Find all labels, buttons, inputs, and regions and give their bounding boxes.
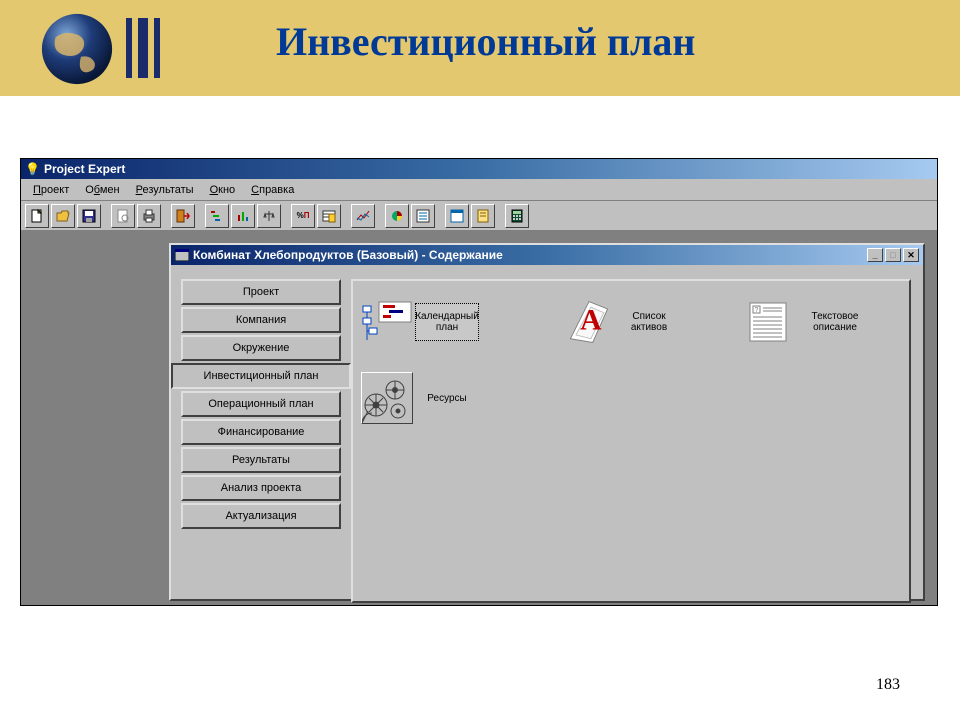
menu-window[interactable]: Окно xyxy=(202,182,244,198)
tab-operational-plan[interactable]: Операционный план xyxy=(181,391,341,417)
tab-financing[interactable]: Финансирование xyxy=(181,419,341,445)
tbtn-scales[interactable] xyxy=(257,204,281,228)
child-body: Проект Компания Окружение Инвестиционный… xyxy=(171,265,923,599)
tab-company[interactable]: Компания xyxy=(181,307,341,333)
calendar-plan-icon xyxy=(361,296,413,348)
tab-environment[interactable]: Окружение xyxy=(181,335,341,361)
toolbar: %П xyxy=(21,201,937,231)
content-panel: Календарный план A Список активов xyxy=(351,279,911,603)
menu-exchange[interactable]: Обмен xyxy=(77,182,127,198)
tab-results[interactable]: Результаты xyxy=(181,447,341,473)
header-blue-bars xyxy=(126,18,160,78)
tab-analysis[interactable]: Анализ проекта xyxy=(181,475,341,501)
tbtn-open[interactable] xyxy=(51,204,75,228)
menu-project[interactable]: Пdocument.currentScript.previousElementS… xyxy=(25,182,77,198)
menu-help[interactable]: Справка xyxy=(243,182,302,198)
slide-title: Инвестиционный план xyxy=(276,18,695,65)
tbtn-percent[interactable]: %П xyxy=(291,204,315,228)
app-title: Project Expert xyxy=(44,162,125,176)
tbtn-list[interactable] xyxy=(411,204,435,228)
globe-icon xyxy=(38,10,116,88)
close-button[interactable]: ✕ xyxy=(903,248,919,262)
tbtn-gantt[interactable] xyxy=(205,204,229,228)
bulb-icon: 💡 xyxy=(25,162,40,176)
tab-investment-plan[interactable]: Инвестиционный план xyxy=(171,363,351,389)
menubar: Пdocument.currentScript.previousElementS… xyxy=(21,179,937,201)
item-text-description[interactable]: ? Текстовое описание xyxy=(743,291,893,353)
tbtn-chart[interactable] xyxy=(351,204,375,228)
resources-label: Ресурсы xyxy=(415,379,479,417)
item-resources[interactable]: Ресурсы xyxy=(361,367,501,429)
tbtn-window[interactable] xyxy=(445,204,469,228)
maximize-button[interactable]: □ xyxy=(885,248,901,262)
item-asset-list[interactable]: A Список активов xyxy=(563,291,703,353)
section-tabs: Проект Компания Окружение Инвестиционный… xyxy=(181,279,341,531)
menu-results[interactable]: Результаты xyxy=(128,182,202,198)
child-title-text: Комбинат Хлебопродуктов (Базовый) - Соде… xyxy=(193,248,503,262)
minimize-button[interactable]: _ xyxy=(867,248,883,262)
child-titlebar: Комбинат Хлебопродуктов (Базовый) - Соде… xyxy=(171,245,923,265)
tbtn-preview[interactable] xyxy=(111,204,135,228)
item-calendar-plan[interactable]: Календарный план xyxy=(361,291,501,353)
tbtn-new[interactable] xyxy=(25,204,49,228)
asset-list-icon: A xyxy=(563,296,615,348)
tbtn-save[interactable] xyxy=(77,204,101,228)
text-description-icon: ? xyxy=(743,296,795,348)
mdi-workspace: Комбинат Хлебопродуктов (Базовый) - Соде… xyxy=(21,231,937,605)
child-window: Комбинат Хлебопродуктов (Базовый) - Соде… xyxy=(169,243,925,601)
calendar-plan-label: Календарный план xyxy=(415,303,479,341)
tab-actualization[interactable]: Актуализация xyxy=(181,503,341,529)
asset-list-label: Список активов xyxy=(617,303,681,341)
tab-project[interactable]: Проект xyxy=(181,279,341,305)
tbtn-table[interactable] xyxy=(317,204,341,228)
tbtn-notes[interactable] xyxy=(471,204,495,228)
tbtn-bars[interactable] xyxy=(231,204,255,228)
resources-icon xyxy=(361,372,413,424)
text-description-label: Текстовое описание xyxy=(797,303,873,341)
window-icon xyxy=(175,249,189,261)
tbtn-print[interactable] xyxy=(137,204,161,228)
page-number: 183 xyxy=(876,676,900,694)
tbtn-exit[interactable] xyxy=(171,204,195,228)
app-titlebar: 💡 Project Expert xyxy=(21,159,937,179)
svg-text:A: A xyxy=(580,304,602,336)
tbtn-pie[interactable] xyxy=(385,204,409,228)
svg-text:?: ? xyxy=(755,307,759,314)
app-window: 💡 Project Expert Пdocument.currentScript… xyxy=(20,158,938,606)
tbtn-calc[interactable] xyxy=(505,204,529,228)
